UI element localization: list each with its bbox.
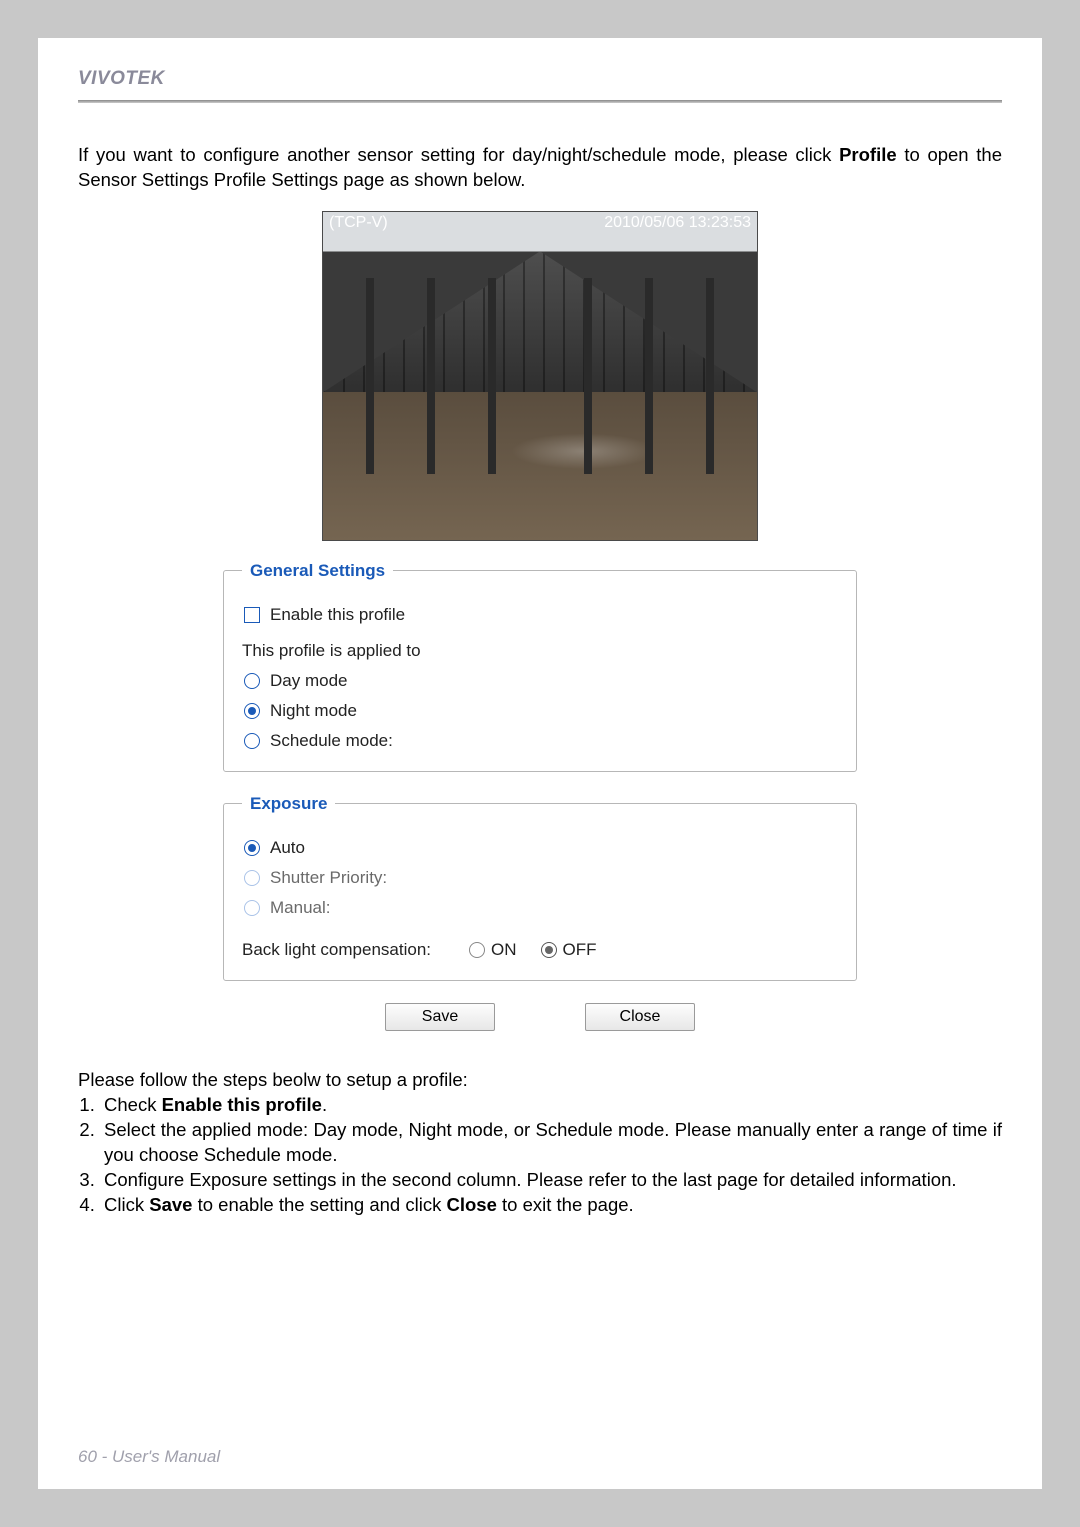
step-4: Click Save to enable the setting and cli… bbox=[100, 1193, 1002, 1218]
step1-c: . bbox=[322, 1094, 327, 1115]
camera-floor bbox=[323, 392, 757, 540]
enable-profile-label: Enable this profile bbox=[270, 605, 405, 625]
exposure-shutter-label: Shutter Priority: bbox=[270, 868, 387, 888]
intro-profile-word: Profile bbox=[839, 144, 897, 165]
figure-column: (TCP-V) 2010/05/06 13:23:53 General Sett… bbox=[78, 211, 1002, 1031]
camera-label: (TCP-V) bbox=[329, 214, 388, 232]
exposure-group: Exposure Auto Shutter Priority: Manual: … bbox=[223, 794, 857, 981]
camera-preview: (TCP-V) 2010/05/06 13:23:53 bbox=[322, 211, 758, 541]
step4-d: Close bbox=[446, 1194, 496, 1215]
settings-panel: General Settings Enable this profile Thi… bbox=[223, 561, 857, 1031]
schedule-mode-label: Schedule mode: bbox=[270, 731, 393, 751]
blc-off-label: OFF bbox=[563, 940, 597, 960]
step-3: Configure Exposure settings in the secon… bbox=[100, 1168, 1002, 1193]
step4-c: to enable the setting and click bbox=[192, 1194, 446, 1215]
exposure-auto-radio[interactable] bbox=[244, 840, 260, 856]
applied-to-label: This profile is applied to bbox=[242, 641, 838, 661]
step4-b: Save bbox=[149, 1194, 192, 1215]
exposure-manual-radio[interactable] bbox=[244, 900, 260, 916]
brand-header: VIVOTEK bbox=[78, 68, 1002, 100]
blc-on-radio[interactable] bbox=[469, 942, 485, 958]
intro-part1: If you want to configure another sensor … bbox=[78, 144, 839, 165]
close-button[interactable]: Close bbox=[585, 1003, 695, 1031]
general-legend: General Settings bbox=[242, 561, 393, 581]
night-mode-label: Night mode bbox=[270, 701, 357, 721]
step1-b: Enable this profile bbox=[162, 1094, 322, 1115]
steps-intro: Please follow the steps beolw to setup a… bbox=[78, 1069, 1002, 1091]
step-2: Select the applied mode: Day mode, Night… bbox=[100, 1118, 1002, 1168]
intro-text: If you want to configure another sensor … bbox=[78, 143, 1002, 193]
step1-a: Check bbox=[104, 1094, 162, 1115]
blc-on-label: ON bbox=[491, 940, 517, 960]
exposure-auto-label: Auto bbox=[270, 838, 305, 858]
save-button[interactable]: Save bbox=[385, 1003, 495, 1031]
day-mode-label: Day mode bbox=[270, 671, 347, 691]
page: VIVOTEK If you want to configure another… bbox=[38, 38, 1042, 1489]
blc-label: Back light compensation: bbox=[242, 940, 431, 960]
exposure-manual-label: Manual: bbox=[270, 898, 330, 918]
exposure-shutter-radio[interactable] bbox=[244, 870, 260, 886]
steps-list: Check Enable this profile. Select the ap… bbox=[100, 1093, 1002, 1218]
enable-profile-checkbox[interactable] bbox=[244, 607, 260, 623]
exposure-legend: Exposure bbox=[242, 794, 335, 814]
camera-timestamp: 2010/05/06 13:23:53 bbox=[604, 214, 751, 232]
header-rule bbox=[78, 100, 1002, 103]
button-bar: Save Close bbox=[223, 1003, 857, 1031]
step4-e: to exit the page. bbox=[497, 1194, 634, 1215]
general-settings-group: General Settings Enable this profile Thi… bbox=[223, 561, 857, 772]
step4-a: Click bbox=[104, 1194, 149, 1215]
step-1: Check Enable this profile. bbox=[100, 1093, 1002, 1118]
day-mode-radio[interactable] bbox=[244, 673, 260, 689]
schedule-mode-radio[interactable] bbox=[244, 733, 260, 749]
blc-off-radio[interactable] bbox=[541, 942, 557, 958]
night-mode-radio[interactable] bbox=[244, 703, 260, 719]
page-footer: 60 - User's Manual bbox=[78, 1447, 220, 1467]
